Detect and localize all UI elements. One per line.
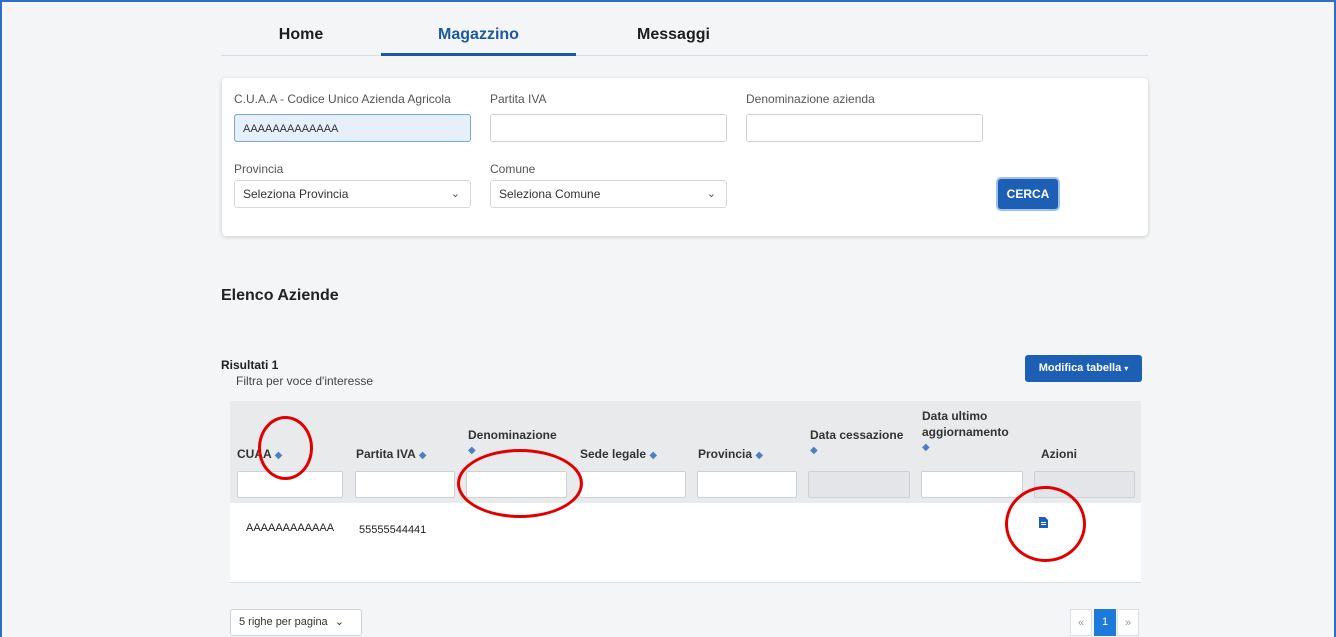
caret-down-icon: ▾ [1124, 364, 1129, 373]
pagination-page-1[interactable]: 1 [1094, 609, 1116, 636]
chevron-down-icon: ⌄ [334, 616, 344, 628]
annotation-circle [457, 449, 583, 518]
comune-select-value: Seleziona Comune [499, 187, 601, 201]
rows-per-page-value: 5 righe per pagina [239, 616, 328, 628]
denominazione-input[interactable] [746, 114, 983, 142]
annotation-circle [1005, 486, 1086, 562]
col-header-sede-label: Sede legale [580, 447, 647, 461]
rows-per-page-select[interactable]: 5 righe per pagina ⌄ [230, 609, 362, 636]
tab-home[interactable]: Home [221, 24, 381, 56]
filter-input-cessazione [808, 471, 910, 498]
annotation-circle [258, 416, 313, 480]
tab-magazzino[interactable]: Magazzino [381, 24, 576, 56]
pagination-prev[interactable]: « [1070, 609, 1092, 636]
main-tabs: Home Magazzino Messaggi [221, 20, 1148, 56]
comune-label: Comune [490, 162, 536, 176]
provincia-label: Provincia [234, 162, 284, 176]
sort-icon[interactable]: ◆ [755, 450, 763, 461]
col-header-piva[interactable]: Partita IVA ◆ [356, 446, 426, 464]
provincia-select[interactable]: Seleziona Provincia ⌄ [234, 180, 471, 208]
filter-input-sede[interactable] [579, 471, 686, 498]
cuaa-input[interactable]: AAAAAAAAAAAAA [234, 114, 471, 142]
edit-table-button[interactable]: Modifica tabella ▾ [1025, 355, 1142, 382]
piva-input[interactable] [490, 114, 727, 142]
comune-select[interactable]: Seleziona Comune ⌄ [490, 180, 727, 208]
col-header-aggiornamento[interactable]: Data ultimo aggiornamento ◆ [922, 408, 1009, 456]
chevron-down-icon: ⌄ [450, 188, 460, 200]
provincia-select-value: Seleziona Provincia [243, 187, 349, 201]
col-header-cessazione[interactable]: Data cessazione ◆ [810, 427, 903, 459]
results-count: Risultati 1 [221, 358, 279, 372]
sort-icon[interactable]: ◆ [810, 443, 903, 459]
filter-input-provincia[interactable] [697, 471, 797, 498]
col-header-provincia[interactable]: Provincia ◆ [698, 446, 763, 464]
edit-table-label: Modifica tabella [1038, 362, 1122, 374]
col-header-aggiornamento-label-1: Data ultimo [922, 409, 988, 423]
col-header-denominazione-label: Denominazione [468, 428, 557, 442]
chevron-down-icon: ⌄ [706, 188, 716, 200]
search-filter-card: C.U.A.A - Codice Unico Azienda Agricola … [222, 78, 1148, 236]
row-cuaa: AAAAAAAAAAAA [246, 522, 335, 534]
search-button[interactable]: CERCA [998, 179, 1058, 209]
pagination-next[interactable]: » [1117, 609, 1139, 636]
col-header-azioni: Azioni [1041, 447, 1077, 461]
sort-icon[interactable]: ◆ [419, 450, 427, 461]
tab-messaggi[interactable]: Messaggi [576, 24, 771, 56]
section-title: Elenco Aziende [221, 287, 339, 304]
denominazione-label: Denominazione azienda [746, 92, 875, 106]
cuaa-label: C.U.A.A - Codice Unico Azienda Agricola [234, 92, 451, 106]
col-header-aggiornamento-label-2: aggiornamento [922, 425, 1009, 439]
table-body [230, 503, 1141, 583]
col-header-provincia-label: Provincia [698, 447, 753, 461]
sort-icon[interactable]: ◆ [649, 450, 657, 461]
col-header-piva-label: Partita IVA [356, 447, 416, 461]
filter-input-piva[interactable] [355, 471, 455, 498]
col-header-cessazione-label: Data cessazione [810, 428, 904, 442]
filter-input-aggiornamento[interactable] [921, 471, 1023, 498]
col-header-sede[interactable]: Sede legale ◆ [580, 446, 657, 464]
filter-hint: Filtra per voce d'interesse [236, 374, 374, 388]
sort-icon[interactable]: ◆ [922, 440, 1009, 456]
piva-label: Partita IVA [490, 92, 547, 106]
row-piva: 55555544441 [359, 524, 427, 536]
